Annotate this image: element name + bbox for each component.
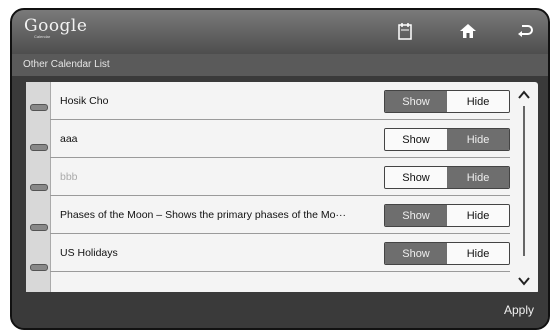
scrollbar[interactable]	[510, 82, 538, 294]
calendar-name: US Holidays	[60, 247, 118, 259]
calendar-list-panel: Hosik Cho Show Hide aaa Show Hide bbb Sh…	[26, 82, 538, 294]
bottom-bar: Apply	[12, 292, 548, 328]
show-hide-toggle: Show Hide	[384, 166, 510, 189]
scroll-up-icon[interactable]	[516, 88, 532, 102]
apply-button[interactable]: Apply	[504, 292, 534, 328]
calendar-list: Hosik Cho Show Hide aaa Show Hide bbb Sh…	[50, 82, 510, 272]
screen: Google Calendar Other Calendar List Hosi…	[12, 10, 548, 328]
calendar-row: US Holidays Show Hide	[50, 234, 510, 272]
calendar-row: Phases of the Moon – Shows the primary p…	[50, 196, 510, 234]
show-button[interactable]: Show	[385, 129, 447, 150]
hide-button[interactable]: Hide	[447, 167, 509, 188]
scroll-track[interactable]	[523, 106, 525, 256]
calendar-name: aaa	[60, 133, 78, 145]
back-icon[interactable]	[514, 20, 536, 42]
binder-ring	[30, 184, 48, 191]
binder-ring	[30, 264, 48, 271]
top-bar: Google Calendar	[12, 10, 548, 54]
show-hide-toggle: Show Hide	[384, 90, 510, 113]
calendar-name: Hosik Cho	[60, 95, 109, 107]
binder-ring	[30, 104, 48, 111]
calendar-name: bbb	[60, 171, 78, 183]
binder-ring	[30, 144, 48, 151]
device-frame: Google Calendar Other Calendar List Hosi…	[10, 8, 550, 330]
hide-button[interactable]: Hide	[447, 91, 509, 112]
hide-button[interactable]: Hide	[447, 129, 509, 150]
show-hide-toggle: Show Hide	[384, 128, 510, 151]
hide-button[interactable]: Hide	[447, 243, 509, 264]
calendar-icon[interactable]	[394, 20, 416, 42]
show-hide-toggle: Show Hide	[384, 204, 510, 227]
google-logo: Google Calendar	[24, 16, 87, 39]
calendar-name: Phases of the Moon – Shows the primary p…	[60, 209, 346, 221]
binder-spine	[26, 82, 51, 294]
hide-button[interactable]: Hide	[447, 205, 509, 226]
show-button[interactable]: Show	[385, 205, 447, 226]
show-hide-toggle: Show Hide	[384, 242, 510, 265]
calendar-row: bbb Show Hide	[50, 158, 510, 196]
calendar-row: Hosik Cho Show Hide	[50, 82, 510, 120]
scroll-down-icon[interactable]	[516, 274, 532, 288]
show-button[interactable]: Show	[385, 167, 447, 188]
show-button[interactable]: Show	[385, 243, 447, 264]
calendar-row: aaa Show Hide	[50, 120, 510, 158]
logo-text: Google	[24, 16, 88, 36]
section-header: Other Calendar List	[12, 54, 548, 76]
home-icon[interactable]	[457, 20, 479, 42]
binder-ring	[30, 224, 48, 231]
show-button[interactable]: Show	[385, 91, 447, 112]
